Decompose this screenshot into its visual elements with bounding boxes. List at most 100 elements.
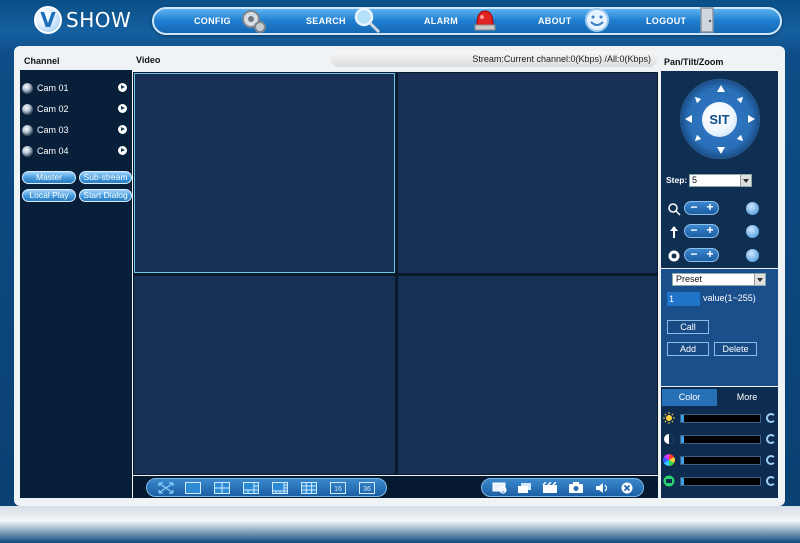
nav-logout[interactable]: LOGOUT (646, 9, 686, 33)
chevron-down-icon (740, 175, 751, 186)
channel-item-cam-02[interactable]: Cam 02 (20, 102, 132, 116)
step-select[interactable]: 5 (689, 174, 752, 187)
focus-icon (670, 226, 678, 238)
slider-track[interactable] (680, 456, 761, 465)
channel-panel: Cam 01 Cam 02 Cam 03 Cam 04 (20, 70, 132, 498)
bottom-decoration (0, 506, 800, 543)
snapshot-icon[interactable] (492, 482, 508, 494)
ptz-left-arrow-icon[interactable] (685, 115, 692, 123)
nav-logout-label: LOGOUT (646, 16, 687, 26)
fullscreen-icon[interactable] (158, 482, 174, 494)
camera-icon (22, 103, 33, 115)
nav-about-label: ABOUT (538, 16, 572, 26)
door-icon (700, 7, 714, 33)
siren-icon (474, 10, 496, 31)
slider-fill (681, 478, 684, 485)
nav-config-label: CONFIG (194, 16, 231, 26)
play-icon[interactable] (118, 146, 127, 155)
gear-icon (242, 10, 266, 33)
reset-icon[interactable] (766, 413, 776, 423)
play-icon[interactable] (118, 125, 127, 134)
add-button[interactable]: Add (667, 342, 709, 356)
iris-icon (668, 250, 680, 262)
action-toolbar (481, 478, 644, 497)
nav-alarm-label: ALARM (424, 16, 458, 26)
channel-item-cam-03[interactable]: Cam 03 (20, 123, 132, 137)
layout-36-button[interactable]: 36 (359, 482, 375, 494)
play-icon[interactable] (118, 104, 127, 113)
local-play-button[interactable]: Local Play (22, 189, 76, 202)
hue-slider[interactable] (662, 453, 778, 467)
saturation-icon (663, 475, 675, 487)
contrast-slider[interactable] (662, 432, 778, 446)
zoom-in-button[interactable]: + (702, 201, 718, 214)
delete-button[interactable]: Delete (714, 342, 757, 356)
iris-plus-button[interactable]: + (702, 248, 718, 261)
multi-window-icon[interactable] (517, 482, 533, 494)
chevron-down-icon (754, 274, 765, 285)
step-value: 5 (692, 175, 698, 185)
close-icon[interactable] (619, 482, 635, 494)
channel-label: Cam 03 (37, 125, 69, 135)
play-icon[interactable] (118, 83, 127, 92)
slider-fill (681, 457, 684, 464)
channel-label: Cam 02 (37, 104, 69, 114)
iris-control: − + (684, 248, 719, 262)
nav-config[interactable]: CONFIG (194, 9, 231, 33)
preset-select[interactable]: Preset (672, 273, 766, 286)
iris-minus-button[interactable]: − (686, 248, 702, 261)
wiper-icon[interactable] (746, 225, 759, 238)
slider-track[interactable] (680, 477, 761, 486)
channel-header: Channel (24, 56, 60, 66)
zoom-out-button[interactable]: − (686, 201, 702, 214)
nav-about[interactable]: ABOUT (538, 9, 572, 33)
brightness-icon (663, 412, 675, 424)
audio-icon[interactable] (594, 482, 610, 494)
step-label: Step: (666, 175, 688, 185)
tab-color[interactable]: Color (662, 389, 717, 406)
ptz-up-arrow-icon[interactable] (717, 85, 725, 92)
ptz-right-arrow-icon[interactable] (748, 115, 755, 123)
start-dialog-button[interactable]: Start Dialog (79, 189, 132, 202)
layout-6-icon[interactable] (243, 482, 259, 494)
layout-8-icon[interactable] (272, 482, 288, 494)
slider-track[interactable] (680, 435, 761, 444)
layout-9-icon[interactable] (301, 482, 317, 494)
layout-1-icon[interactable] (185, 482, 201, 494)
brightness-slider[interactable] (662, 411, 778, 425)
video-cell-4[interactable] (398, 276, 657, 474)
tab-more[interactable]: More (719, 389, 775, 406)
video-cell-1[interactable] (134, 73, 395, 273)
logo-mark: V (34, 6, 62, 34)
channel-item-cam-04[interactable]: Cam 04 (20, 144, 132, 158)
focus-minus-button[interactable]: − (686, 224, 702, 237)
rotate-icon[interactable] (746, 249, 759, 262)
preset-number-input[interactable] (667, 292, 700, 306)
layout-16-button[interactable]: 16 (330, 482, 346, 494)
sub-stream-button[interactable]: Sub-stream (79, 171, 132, 184)
ptz-sit-button[interactable]: SIT (702, 102, 737, 137)
master-button[interactable]: Master (22, 171, 76, 184)
reset-icon[interactable] (766, 476, 776, 486)
reset-icon[interactable] (766, 455, 776, 465)
record-icon[interactable] (542, 482, 558, 494)
saturation-slider[interactable] (662, 474, 778, 488)
video-cell-3[interactable] (134, 276, 395, 474)
preset-range-label: value(1~255) (703, 293, 756, 303)
camera-icon[interactable] (568, 482, 584, 494)
bulb-icon[interactable] (746, 202, 759, 215)
nav-alarm[interactable]: ALARM (424, 9, 458, 33)
slider-track[interactable] (680, 414, 761, 423)
nav-search[interactable]: SEARCH (306, 9, 346, 33)
ptz-down-arrow-icon[interactable] (717, 147, 725, 154)
reset-icon[interactable] (766, 434, 776, 444)
main-nav: CONFIG SEARCH ALARM ABOUT LOGOUT (152, 7, 782, 35)
focus-plus-button[interactable]: + (702, 224, 718, 237)
call-button[interactable]: Call (667, 320, 709, 334)
video-cell-2[interactable] (398, 73, 657, 273)
layout-36-label: 36 (363, 486, 371, 493)
stream-status: Stream:Current channel:0(Kbps) /All:0(Kb… (331, 51, 657, 67)
channel-item-cam-01[interactable]: Cam 01 (20, 81, 132, 95)
layout-4-icon[interactable] (214, 482, 230, 494)
app-logo: V SHOW (34, 6, 131, 34)
